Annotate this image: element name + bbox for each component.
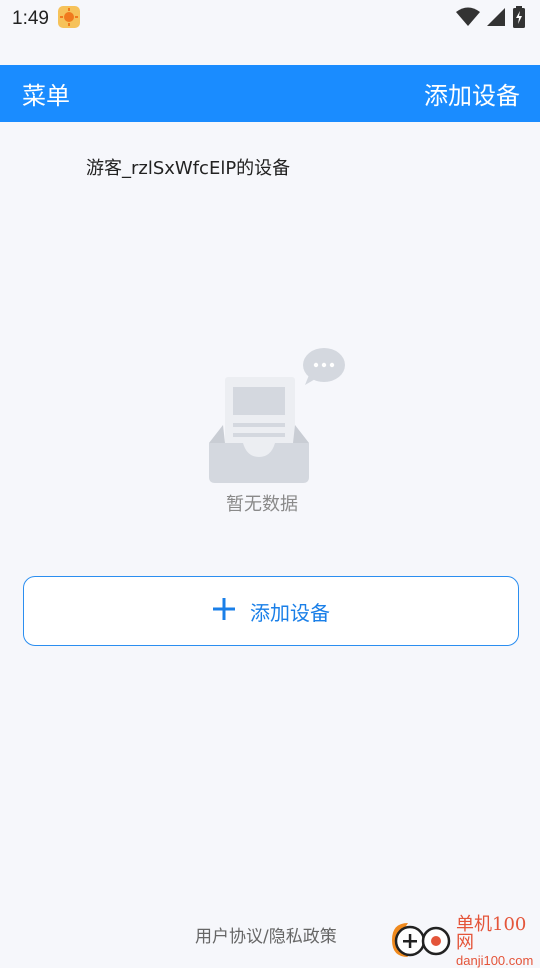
menu-button[interactable]: 菜单 — [22, 76, 70, 111]
watermark-text: 单机100网 danji100.com — [456, 914, 540, 968]
device-list-title: 游客_rzlSxWfcElP的设备 — [86, 158, 291, 179]
watermark-main: 单机100网 — [456, 914, 527, 953]
sun-app-icon — [57, 5, 81, 33]
battery-charging-icon — [512, 6, 526, 32]
cell-signal-icon — [486, 7, 506, 31]
add-device-header-button[interactable]: 添加设备 — [424, 76, 520, 111]
wifi-icon — [456, 7, 480, 31]
status-time: 1:49 — [12, 8, 49, 29]
watermark-sub: danji100.com — [456, 953, 534, 968]
status-right — [456, 6, 526, 32]
user-agreement-privacy-link[interactable]: 用户协议/隐私政策 — [195, 922, 337, 947]
add-device-button[interactable]: 添加设备 — [23, 576, 519, 646]
empty-inbox-icon — [205, 347, 350, 487]
watermark-logo-icon — [388, 919, 452, 965]
add-device-button-label: 添加设备 — [250, 600, 330, 625]
status-bar: 1:49 — [0, 0, 540, 38]
status-left: 1:49 — [12, 5, 81, 33]
app-header: 菜单 添加设备 — [0, 65, 540, 122]
plus-icon — [212, 597, 236, 625]
watermark: 单机100网 danji100.com — [388, 916, 540, 967]
empty-state-text: 暂无数据 — [226, 494, 298, 515]
